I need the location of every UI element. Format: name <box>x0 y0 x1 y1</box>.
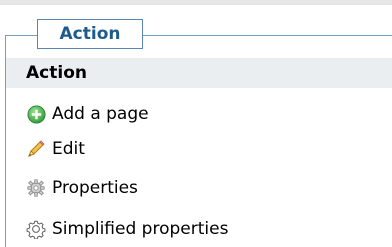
top-divider <box>0 0 392 5</box>
menu-header-label: Action <box>26 63 87 83</box>
menu-item-add-page[interactable]: Add a page <box>6 97 392 131</box>
add-circle-icon <box>26 104 46 124</box>
action-panel: Action Action Add a page Edit Properties… <box>0 0 392 247</box>
menu-item-simplified-properties[interactable]: Simplified properties <box>6 212 392 246</box>
menu-item-label: Add a page <box>52 104 149 124</box>
menu-item-label: Properties <box>52 178 138 198</box>
legend-title: Action <box>59 24 121 44</box>
menu-item-label: Edit <box>52 139 85 159</box>
fieldset-legend: Action <box>37 19 143 49</box>
menu-item-label: Simplified properties <box>52 219 229 239</box>
menu-item-edit[interactable]: Edit <box>6 132 392 166</box>
gear-outline-icon <box>26 219 46 239</box>
menu-header: Action <box>6 58 392 88</box>
gear-icon <box>26 178 46 198</box>
menu-item-properties[interactable]: Properties <box>6 171 392 205</box>
pencil-icon <box>26 139 46 159</box>
